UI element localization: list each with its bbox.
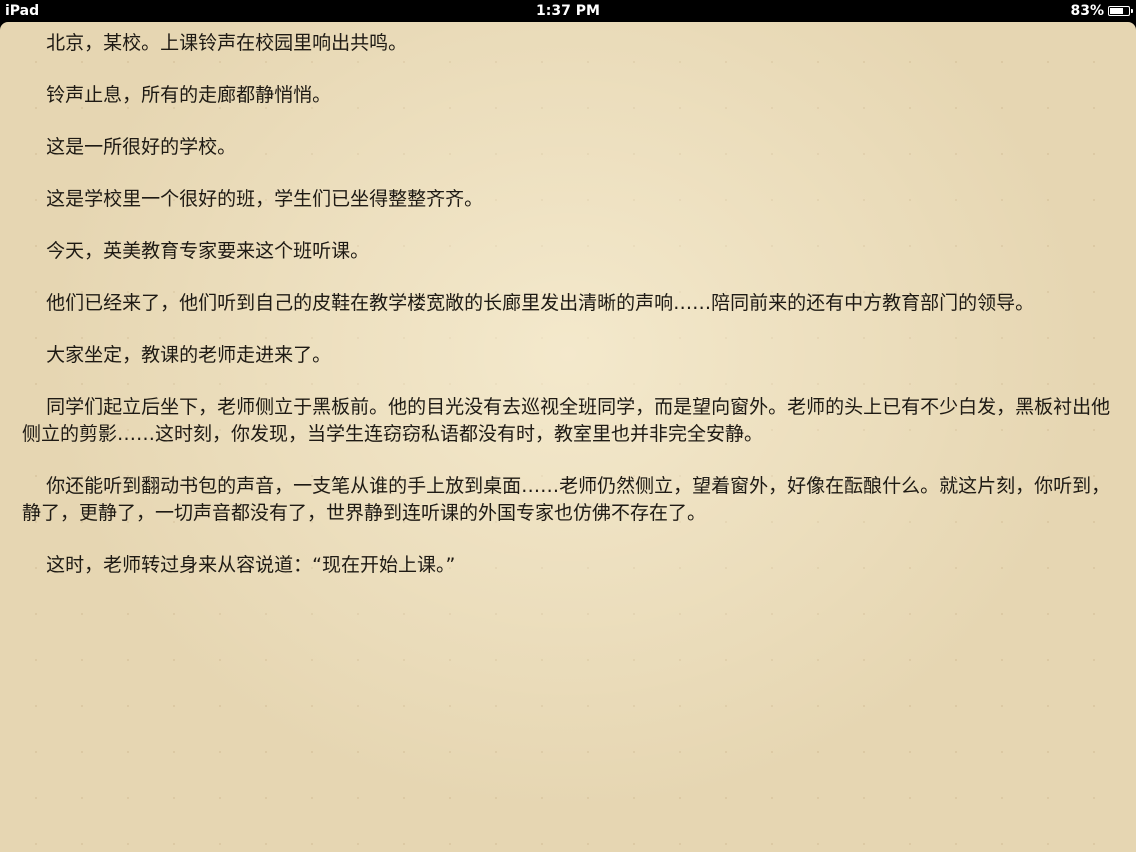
book-page[interactable]: 北京，某校。上课铃声在校园里响出共鸣。 铃声止息，所有的走廊都静悄悄。 这是一所… [0,22,1136,852]
paragraph: 同学们起立后坐下，老师侧立于黑板前。他的目光没有去巡视全班同学，而是望向窗外。老… [22,396,1111,445]
battery-status: 83% [1070,3,1133,19]
paragraph: 今天，英美教育专家要来这个班听课。 [46,240,370,262]
battery-icon [1108,6,1133,16]
status-bar: iPad 1:37 PM 83% [0,0,1136,22]
paragraph: 这是一所很好的学校。 [46,136,237,158]
paragraph: 你还能听到翻动书包的声音，一支笔从谁的手上放到桌面……老师仍然侧立，望着窗外，好… [22,475,1111,524]
battery-level-fill [1110,8,1124,14]
paragraph: 他们已经来了，他们听到自己的皮鞋在教学楼宽敞的长廊里发出清晰的声响……陪同前来的… [46,292,1035,314]
page-text: 北京，某校。上课铃声在校园里响出共鸣。 铃声止息，所有的走廊都静悄悄。 这是一所… [22,30,1114,604]
clock: 1:37 PM [536,3,600,19]
paragraph: 大家坐定，教课的老师走进来了。 [46,344,332,366]
battery-percentage: 83% [1070,3,1104,19]
paragraph: 北京，某校。上课铃声在校园里响出共鸣。 [46,32,408,54]
paragraph: 这是学校里一个很好的班，学生们已坐得整整齐齐。 [46,188,484,210]
paragraph: 这时，老师转过身来从容说道：“现在开始上课。” [46,554,456,576]
paragraph: 铃声止息，所有的走廊都静悄悄。 [46,84,332,106]
